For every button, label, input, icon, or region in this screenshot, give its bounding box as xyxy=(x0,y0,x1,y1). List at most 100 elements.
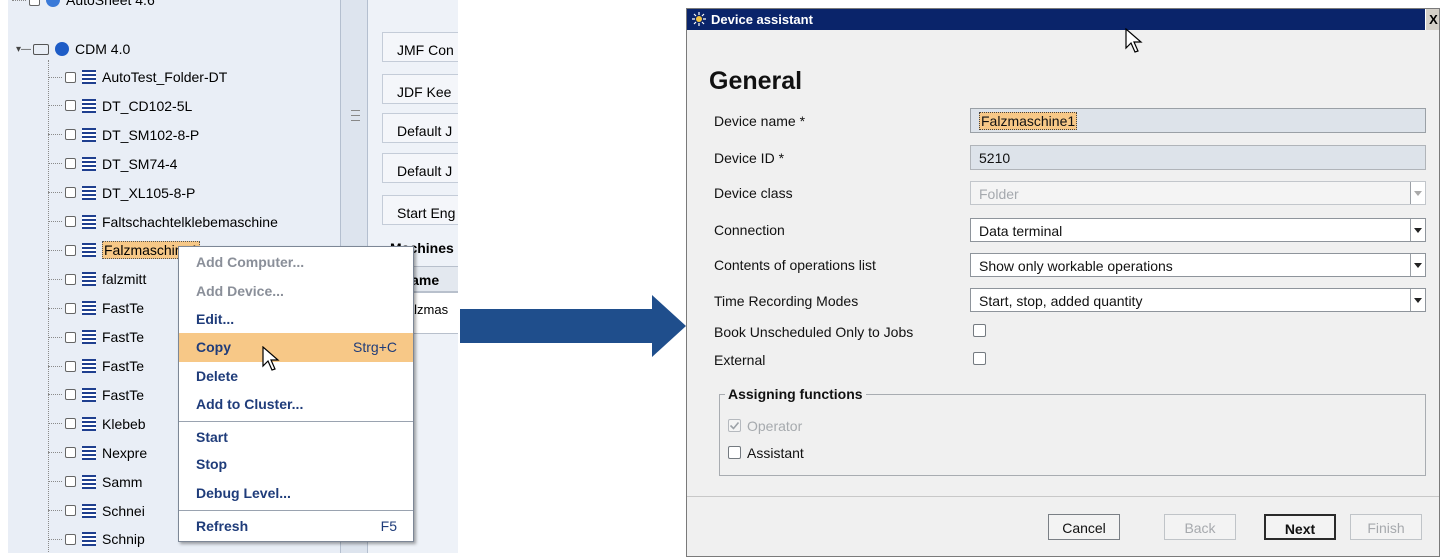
time-recording-label: Time Recording Modes xyxy=(714,293,859,309)
tree-item[interactable]: Nexpre xyxy=(48,439,147,467)
device-icon xyxy=(82,532,96,547)
connection-label: Connection xyxy=(714,222,785,238)
tree-item[interactable]: Schnip xyxy=(48,525,145,553)
server-icon xyxy=(55,42,70,56)
operator-checkbox[interactable] xyxy=(728,419,741,432)
tree-item[interactable]: AutoTest_Folder-DT xyxy=(48,63,227,91)
menu-item-add-computer[interactable]: Add Computer... xyxy=(179,248,413,277)
tree-checkbox[interactable] xyxy=(65,244,76,256)
property-row[interactable]: Default J xyxy=(382,113,458,143)
device-icon xyxy=(82,243,96,258)
expand-toggle-icon[interactable]: ▾— xyxy=(16,44,31,55)
tree-checkbox[interactable] xyxy=(65,187,76,199)
property-row[interactable]: JMF Con xyxy=(382,32,458,62)
tree-checkbox[interactable] xyxy=(65,533,76,545)
tree-item[interactable]: Samm xyxy=(48,468,142,496)
device-class-select[interactable]: Folder xyxy=(970,181,1426,205)
operator-label: Operator xyxy=(747,418,803,434)
tree-checkbox[interactable] xyxy=(65,273,76,285)
tree-node-cdm[interactable]: ▾— CDM 4.0 xyxy=(16,35,130,63)
device-icon xyxy=(82,98,96,113)
mouse-pointer-icon xyxy=(1125,28,1143,53)
tree-checkbox[interactable] xyxy=(65,447,76,459)
tree-node-autosheet[interactable]: AutoSheet 4.6 xyxy=(12,0,155,14)
tree-checkbox[interactable] xyxy=(65,302,76,314)
tree-checkbox[interactable] xyxy=(65,360,76,372)
flow-arrow-icon xyxy=(460,295,686,357)
menu-item-debug-level[interactable]: Debug Level... xyxy=(179,479,413,508)
menu-item-copy[interactable]: Copy Strg+C xyxy=(179,333,413,362)
splitter-grip-icon[interactable] xyxy=(351,110,360,121)
tree-checkbox[interactable] xyxy=(65,216,76,227)
assistant-label: Assistant xyxy=(747,445,804,461)
device-name-field[interactable]: Falzmaschine1 xyxy=(970,108,1426,133)
device-id-field[interactable]: 5210 xyxy=(970,145,1426,170)
menu-item-label: Edit... xyxy=(196,311,235,327)
tree-item[interactable]: FastTe xyxy=(48,352,144,380)
tree-item-label: DT_XL105-8-P xyxy=(102,184,196,201)
chevron-down-icon[interactable] xyxy=(1410,289,1425,311)
chevron-down-icon[interactable] xyxy=(1410,219,1425,241)
tree-item-label: FastTe xyxy=(102,386,145,403)
device-id-value: 5210 xyxy=(979,150,1011,166)
tree-checkbox[interactable] xyxy=(65,476,76,488)
menu-item-label: Add to Cluster... xyxy=(196,396,304,412)
menu-item-stop[interactable]: Stop xyxy=(179,450,413,479)
property-row[interactable]: Default J xyxy=(382,153,458,183)
tree-checkbox[interactable] xyxy=(29,0,40,6)
tree-item[interactable]: DT_SM74-4 xyxy=(48,150,177,178)
finish-button[interactable]: Finish xyxy=(1350,514,1422,540)
dialog-titlebar[interactable]: Device assistant X xyxy=(687,9,1439,30)
property-row[interactable]: JDF Kee xyxy=(382,74,458,104)
tree-checkbox[interactable] xyxy=(65,100,76,112)
back-button[interactable]: Back xyxy=(1164,514,1236,540)
tree-item[interactable]: Klebeb xyxy=(48,410,146,438)
checkmark-icon xyxy=(729,421,740,430)
tree-checkbox[interactable] xyxy=(65,71,76,83)
tree-item-label: AutoTest_Folder-DT xyxy=(102,69,228,85)
menu-item-delete[interactable]: Delete xyxy=(179,362,413,391)
tree-checkbox[interactable] xyxy=(65,505,76,516)
tree-item[interactable]: DT_XL105-8-P xyxy=(48,179,195,207)
property-row[interactable]: Start Eng xyxy=(382,195,458,225)
tree-item[interactable]: Faltschachtelklebemaschine xyxy=(48,208,278,236)
tree-connector xyxy=(48,423,62,425)
tree-item-label: Samm xyxy=(102,473,143,490)
tree-checkbox[interactable] xyxy=(65,418,76,430)
chevron-down-icon[interactable] xyxy=(1410,182,1425,204)
tree-connector xyxy=(48,163,62,165)
menu-item-refresh[interactable]: Refresh F5 xyxy=(179,512,413,541)
book-unscheduled-checkbox[interactable] xyxy=(973,324,986,337)
menu-item-edit[interactable]: Edit... xyxy=(179,305,413,334)
tree-connector xyxy=(48,192,62,194)
device-icon xyxy=(82,156,96,171)
close-button[interactable]: X xyxy=(1425,9,1439,30)
tree-checkbox[interactable] xyxy=(65,389,76,401)
connection-select[interactable]: Data terminal xyxy=(970,218,1426,242)
assistant-checkbox[interactable] xyxy=(728,446,741,459)
menu-item-shortcut: F5 xyxy=(380,518,397,534)
next-button[interactable]: Next xyxy=(1264,514,1336,540)
tree-item[interactable]: Schnei xyxy=(48,497,145,525)
time-recording-select[interactable]: Start, stop, added quantity xyxy=(970,288,1426,312)
cancel-button[interactable]: Cancel xyxy=(1048,514,1120,540)
menu-item-label: Refresh xyxy=(196,518,249,534)
tree-item[interactable]: falzmitt xyxy=(48,265,146,293)
menu-item-start[interactable]: Start xyxy=(179,423,413,452)
operations-list-select[interactable]: Show only workable operations xyxy=(970,253,1426,277)
tree-checkbox[interactable] xyxy=(65,331,76,343)
menu-item-add-to-cluster[interactable]: Add to Cluster... xyxy=(179,390,413,419)
menu-item-add-device[interactable]: Add Device... xyxy=(179,277,413,306)
tree-checkbox[interactable] xyxy=(65,158,76,170)
tree-item[interactable]: FastTe xyxy=(48,381,144,409)
tree-root-label: CDM 4.0 xyxy=(75,41,131,57)
chevron-down-icon[interactable] xyxy=(1410,254,1425,276)
tree-checkbox[interactable] xyxy=(65,129,76,141)
external-checkbox[interactable] xyxy=(973,352,986,365)
tree-item[interactable]: DT_CD102-5L xyxy=(48,92,192,120)
tree-item[interactable]: FastTe xyxy=(48,294,144,322)
tree-item[interactable]: FastTe xyxy=(48,323,144,351)
tree-item-label: FastTe xyxy=(102,358,145,374)
tree-item[interactable]: DT_SM102-8-P xyxy=(48,121,199,149)
menu-item-label: Copy xyxy=(196,339,231,355)
